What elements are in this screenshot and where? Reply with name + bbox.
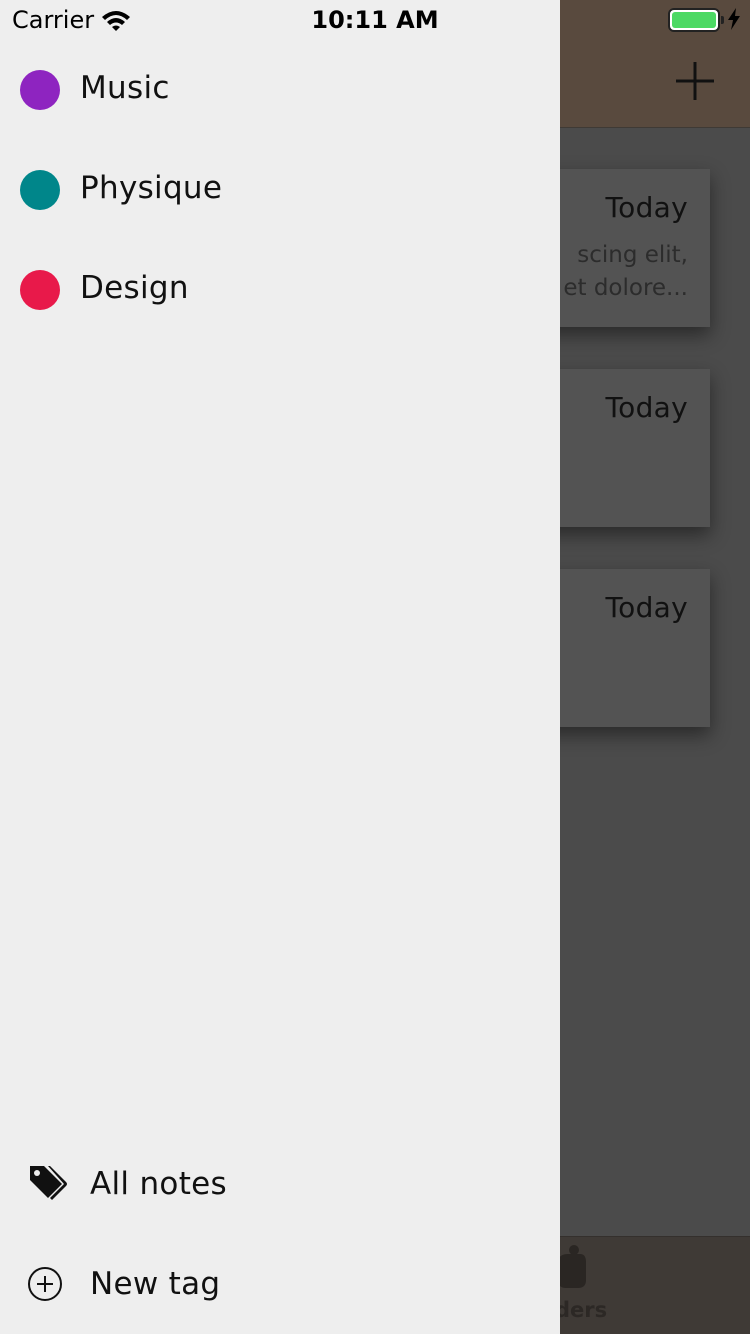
clock: 10:11 AM [311, 6, 439, 34]
tag-label: Physique [80, 170, 223, 206]
note-date: Today [605, 391, 688, 424]
add-note-button[interactable] [670, 56, 720, 106]
tag-item-music[interactable]: Music [0, 40, 560, 140]
tag-color-dot [20, 70, 60, 110]
note-date: Today [605, 591, 688, 624]
plus-circle-icon [24, 1262, 68, 1306]
tag-item-physique[interactable]: Physique [0, 140, 560, 240]
battery-icon [668, 8, 720, 32]
tag-label: Music [80, 70, 170, 106]
note-date: Today [605, 191, 688, 224]
side-drawer: Music Physique Design All notes New tag [0, 0, 560, 1334]
tag-color-dot [20, 170, 60, 210]
new-tag-button[interactable]: New tag [0, 1234, 560, 1334]
all-notes-label: All notes [90, 1166, 227, 1202]
battery-level [672, 12, 716, 28]
new-tag-label: New tag [90, 1266, 221, 1302]
all-notes-button[interactable]: All notes [0, 1134, 560, 1234]
battery-tip [721, 16, 724, 24]
tag-item-design[interactable]: Design [0, 240, 560, 340]
charging-bolt-icon [727, 8, 741, 34]
status-bar: Carrier 10:11 AM [0, 0, 750, 40]
plus-icon [676, 62, 714, 100]
tags-icon [24, 1162, 68, 1206]
tag-label: Design [80, 270, 189, 306]
tag-color-dot [20, 270, 60, 310]
